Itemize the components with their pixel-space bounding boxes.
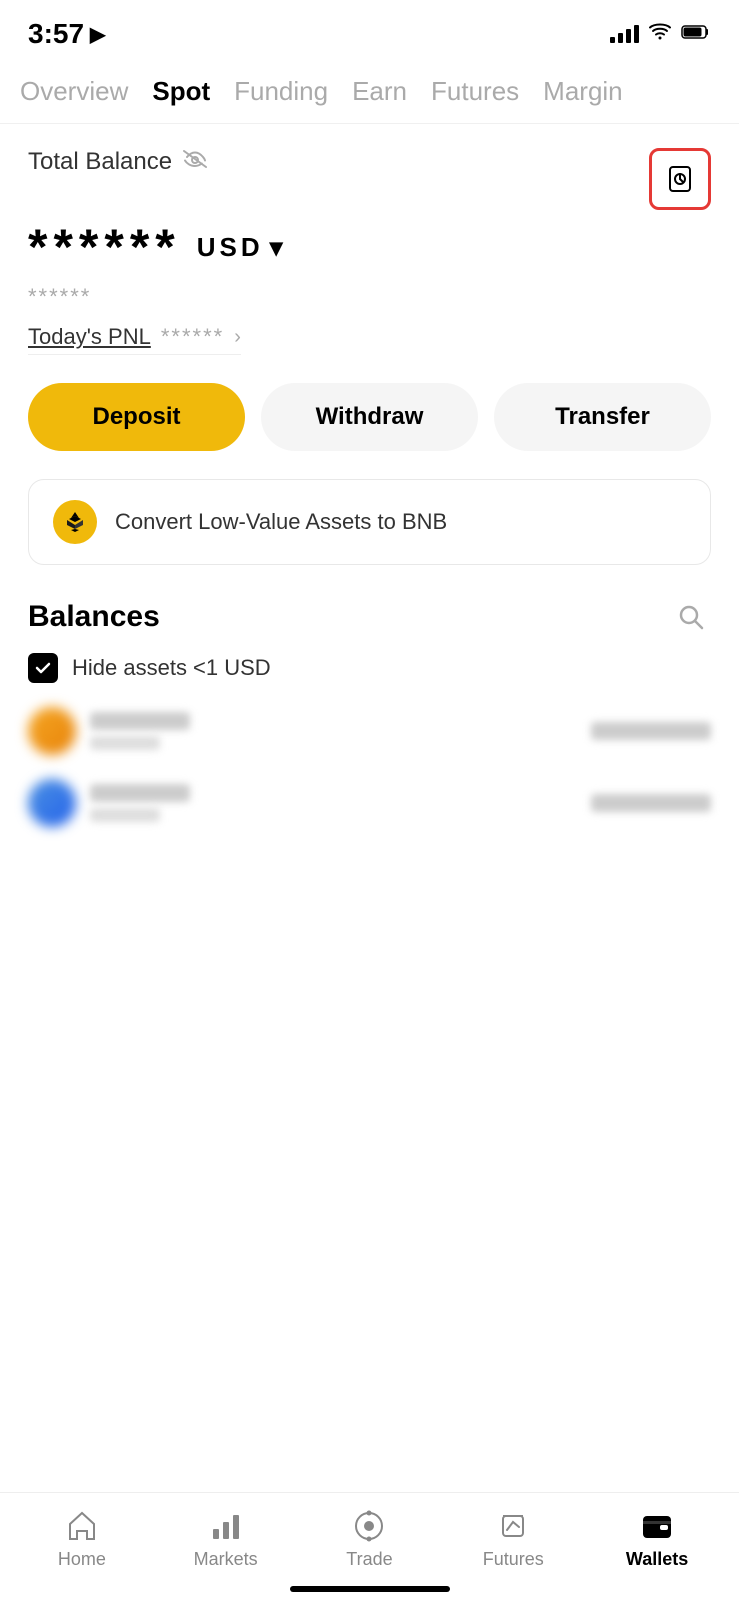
- action-buttons: Deposit Withdraw Transfer: [28, 383, 711, 451]
- asset-name-group: [90, 784, 190, 822]
- nav-wallets[interactable]: Wallets: [617, 1509, 697, 1570]
- asset-left: [28, 707, 190, 755]
- balance-secondary: ******: [28, 284, 711, 310]
- deposit-button[interactable]: Deposit: [28, 383, 245, 451]
- total-balance-label: Total Balance: [28, 148, 208, 176]
- asset-amount-blur: [90, 736, 160, 750]
- bnb-icon: [53, 500, 97, 544]
- convert-banner[interactable]: Convert Low-Value Assets to BNB: [28, 479, 711, 565]
- asset-name-blur: [90, 784, 190, 802]
- home-indicator: [290, 1586, 450, 1592]
- currency-dropdown-icon: ▾: [270, 232, 287, 263]
- tab-margin[interactable]: Margin: [543, 68, 622, 115]
- transfer-button[interactable]: Transfer: [494, 383, 711, 451]
- currency-label: USD: [197, 232, 264, 263]
- asset-amount-blur: [90, 808, 160, 822]
- hide-assets-checkbox[interactable]: [28, 653, 58, 683]
- time-display: 3:57: [28, 18, 84, 50]
- convert-text: Convert Low-Value Assets to BNB: [115, 509, 447, 535]
- tab-funding[interactable]: Funding: [234, 68, 328, 115]
- asset-name-blur: [90, 712, 190, 730]
- pnl-label: Today's PNL: [28, 324, 151, 350]
- tab-futures[interactable]: Futures: [431, 68, 519, 115]
- asset-row[interactable]: [28, 779, 711, 827]
- nav-home[interactable]: Home: [42, 1509, 122, 1570]
- tab-overview[interactable]: Overview: [20, 68, 128, 115]
- status-time: 3:57 ▶: [28, 18, 105, 50]
- nav-futures-label: Futures: [483, 1549, 544, 1570]
- markets-icon: [209, 1509, 243, 1543]
- nav-markets-label: Markets: [194, 1549, 258, 1570]
- balance-label-group: Total Balance: [28, 148, 208, 176]
- futures-icon: [496, 1509, 530, 1543]
- tab-earn[interactable]: Earn: [352, 68, 407, 115]
- hide-assets-row[interactable]: Hide assets <1 USD: [28, 653, 711, 683]
- asset-row[interactable]: [28, 707, 711, 755]
- currency-selector[interactable]: USD ▾: [197, 232, 287, 263]
- status-icons: [610, 22, 711, 46]
- asset-name-group: [90, 712, 190, 750]
- bottom-navigation: Home Markets Trade Futures Wa: [0, 1492, 739, 1600]
- asset-list: [28, 707, 711, 827]
- hide-balance-icon[interactable]: [182, 149, 208, 175]
- balance-stars: ******: [28, 218, 181, 276]
- pnl-chevron-icon: ›: [234, 326, 241, 349]
- location-arrow-icon: ▶: [90, 22, 105, 47]
- wallets-icon: [640, 1509, 674, 1543]
- battery-icon: [681, 23, 711, 46]
- nav-home-label: Home: [58, 1549, 106, 1570]
- pnl-value: ******: [161, 324, 224, 350]
- nav-markets[interactable]: Markets: [186, 1509, 266, 1570]
- withdraw-button[interactable]: Withdraw: [261, 383, 478, 451]
- pnl-row[interactable]: Today's PNL ****** ›: [28, 324, 241, 355]
- nav-futures[interactable]: Futures: [473, 1509, 553, 1570]
- nav-trade-label: Trade: [346, 1549, 392, 1570]
- balance-label-text: Total Balance: [28, 148, 172, 176]
- asset-icon: [28, 707, 76, 755]
- main-content: Total Balance ******: [0, 124, 739, 827]
- history-button[interactable]: [649, 148, 711, 210]
- nav-wallets-label: Wallets: [626, 1549, 688, 1570]
- balance-section: Total Balance: [28, 148, 711, 210]
- asset-icon: [28, 779, 76, 827]
- tab-spot[interactable]: Spot: [152, 68, 210, 115]
- signal-strength-icon: [610, 25, 639, 43]
- status-bar: 3:57 ▶: [0, 0, 739, 60]
- home-icon: [65, 1509, 99, 1543]
- tab-navigation: Overview Spot Funding Earn Futures Margi…: [0, 60, 739, 124]
- asset-left: [28, 779, 190, 827]
- wifi-icon: [649, 22, 671, 46]
- balances-header: Balances: [28, 597, 711, 637]
- balances-title: Balances: [28, 600, 160, 634]
- trade-icon: [352, 1509, 386, 1543]
- asset-value-blur: [591, 722, 711, 740]
- balance-amount: ****** USD ▾: [28, 218, 711, 276]
- hide-assets-label: Hide assets <1 USD: [72, 655, 271, 681]
- nav-trade[interactable]: Trade: [329, 1509, 409, 1570]
- balances-search-button[interactable]: [671, 597, 711, 637]
- asset-value-blur: [591, 794, 711, 812]
